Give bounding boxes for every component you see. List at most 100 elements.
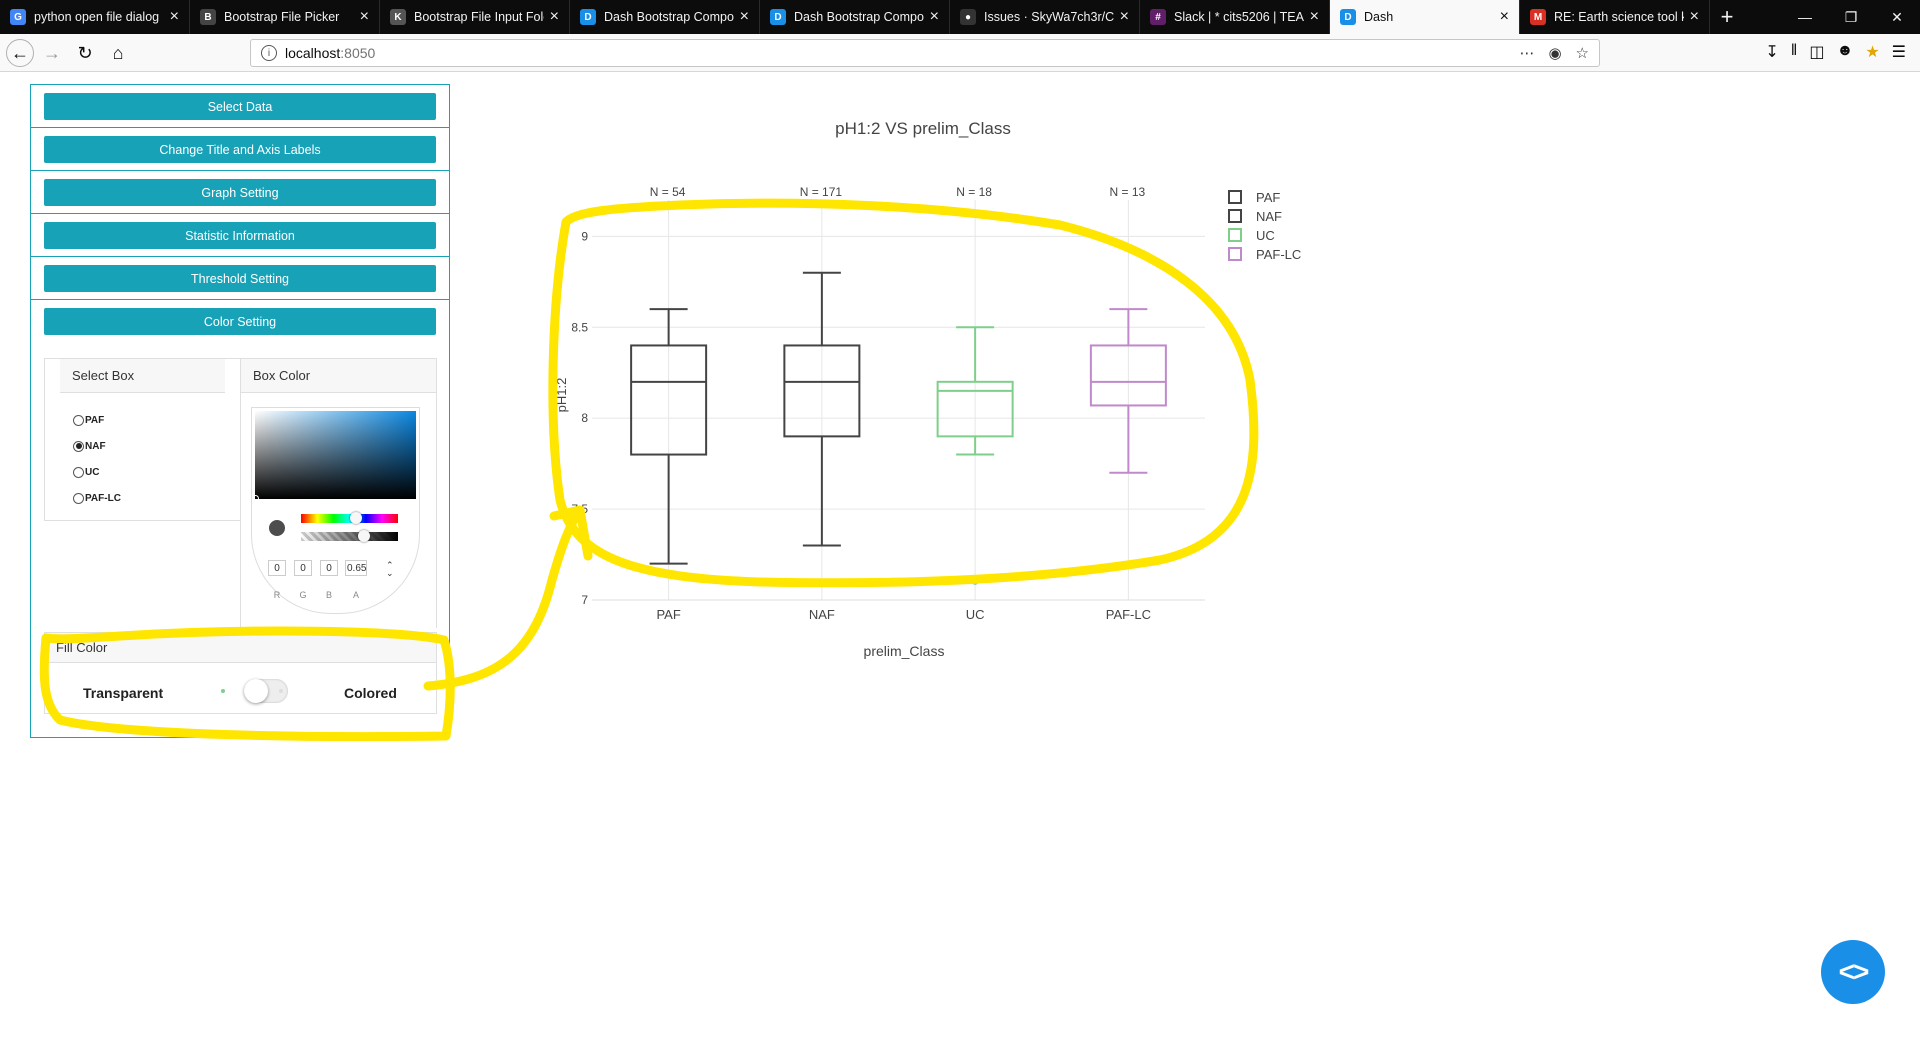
legend-label: UC <box>1256 228 1275 243</box>
menu-icon[interactable]: ☰ <box>1892 42 1906 62</box>
library-icon[interactable]: ‖ <box>1791 42 1798 62</box>
select-box-radio-group: PAF NAF UC PAF-LC <box>73 407 121 511</box>
extension-icon[interactable]: ★ <box>1865 42 1879 62</box>
n-count-label: N = 171 <box>800 185 843 199</box>
tab-favicon-icon: ● <box>960 9 976 25</box>
browser-tab-7[interactable]: D Dash × <box>1330 0 1520 34</box>
y-tick-label: 8.5 <box>571 320 588 334</box>
green-input[interactable]: 0 <box>294 560 312 576</box>
radio-option-uc[interactable]: UC <box>73 459 121 485</box>
blue-input[interactable]: 0 <box>320 560 338 576</box>
browser-tab-3[interactable]: D Dash Bootstrap Compon × <box>570 0 760 34</box>
dash-devtools-button[interactable]: <> <box>1821 940 1885 1004</box>
forward-arrow-icon[interactable]: → <box>40 41 64 65</box>
legend-label: PAF <box>1256 190 1280 205</box>
radio-button[interactable] <box>73 440 84 452</box>
browser-nav-bar: ← → ↻ ⌂ i localhost:8050 ⋯ ◉ ☆ ↧ ‖ ◫ ☻ ★… <box>0 34 1920 72</box>
minimize-icon[interactable]: — <box>1782 0 1828 34</box>
radio-option-naf[interactable]: NAF <box>73 433 121 459</box>
hue-slider-knob[interactable] <box>350 512 363 524</box>
tab-favicon-icon: D <box>770 9 786 25</box>
color-setting-button[interactable]: Color Setting <box>44 308 436 335</box>
account-icon[interactable]: ☻ <box>1836 42 1853 62</box>
tab-favicon-icon: D <box>580 9 596 25</box>
tab-close-icon[interactable]: × <box>1500 8 1509 26</box>
fill-color-title: Fill Color <box>45 633 436 663</box>
tab-close-icon[interactable]: × <box>1120 8 1129 26</box>
toolbar-icons: ↧ ‖ ◫ ☻ ★ ☰ <box>1765 42 1920 62</box>
download-icon[interactable]: ↧ <box>1765 42 1778 62</box>
tab-favicon-icon: M <box>1530 9 1546 25</box>
tab-close-icon[interactable]: × <box>1690 8 1699 26</box>
info-icon[interactable]: i <box>261 45 277 61</box>
tab-title: Bootstrap File Picker <box>224 10 340 24</box>
radio-button[interactable] <box>73 466 84 478</box>
alpha-slider-knob[interactable] <box>358 530 371 542</box>
accordion-color-setting: Color Setting <box>31 300 449 343</box>
annotation-circle-chart <box>548 198 1259 588</box>
restore-icon[interactable]: ❐ <box>1828 0 1874 34</box>
graph-setting-button[interactable]: Graph Setting <box>44 179 436 206</box>
n-count-label: N = 18 <box>956 185 992 199</box>
page-actions-icon[interactable]: ⋯ <box>1519 44 1534 62</box>
new-tab-button[interactable]: + <box>1710 0 1744 34</box>
hue-slider[interactable] <box>301 512 398 524</box>
tab-title: Slack | * cits5206 | TEAM <box>1174 10 1304 24</box>
radio-option-paf[interactable]: PAF <box>73 407 121 433</box>
fill-color-card: Fill Color Transparent Colored <box>44 632 437 714</box>
url-host: localhost <box>285 45 341 61</box>
home-icon[interactable]: ⌂ <box>106 41 130 65</box>
tab-close-icon[interactable]: × <box>1310 8 1319 26</box>
tab-close-icon[interactable]: × <box>360 8 369 26</box>
pocket-icon[interactable]: ◉ <box>1548 44 1561 62</box>
alpha-slider[interactable] <box>301 530 398 542</box>
select-box-card: Select Box PAF NAF UC PAF-LC <box>44 358 241 521</box>
alpha-input[interactable]: 0.65 <box>345 560 367 576</box>
close-window-icon[interactable]: ✕ <box>1874 0 1920 34</box>
browser-tab-4[interactable]: D Dash Bootstrap Compon × <box>760 0 950 34</box>
tab-close-icon[interactable]: × <box>550 8 559 26</box>
url-bar[interactable]: i localhost:8050 ⋯ ◉ ☆ <box>250 39 1600 67</box>
select-data-button[interactable]: Select Data <box>44 93 436 120</box>
browser-tab-1[interactable]: B Bootstrap File Picker × <box>190 0 380 34</box>
annotation-arrow-head <box>549 505 593 561</box>
blue-label: B <box>325 590 332 600</box>
back-arrow-icon[interactable]: ← <box>6 39 34 67</box>
radio-option-paf-lc[interactable]: PAF-LC <box>73 485 121 511</box>
tab-close-icon[interactable]: × <box>170 8 179 26</box>
color-picker[interactable]: 0 0 0 0.65 R G B A ⌃ ⌄ <box>251 407 420 614</box>
radio-button[interactable] <box>73 492 84 504</box>
alpha-label: A <box>352 590 359 600</box>
tab-close-icon[interactable]: × <box>930 8 939 26</box>
browser-tab-6[interactable]: # Slack | * cits5206 | TEAM × <box>1140 0 1330 34</box>
fill-transparent-label: Transparent <box>83 685 164 701</box>
browser-tab-2[interactable]: K Bootstrap File Input Fold × <box>380 0 570 34</box>
box-iqr <box>630 344 708 456</box>
tab-title: python open file dialog <box>34 10 160 24</box>
statistic-information-button[interactable]: Statistic Information <box>44 222 436 249</box>
sv-cursor[interactable] <box>252 495 259 502</box>
box-iqr <box>1089 344 1167 407</box>
reload-icon[interactable]: ↻ <box>73 41 97 65</box>
box-iqr <box>783 344 861 438</box>
tab-favicon-icon: K <box>390 9 406 25</box>
toggle-thumb[interactable] <box>244 679 268 703</box>
format-toggle-icon[interactable]: ⌃ ⌄ <box>386 561 394 578</box>
y-tick-label: 9 <box>581 229 588 243</box>
y-tick-label: 7 <box>581 593 588 607</box>
saturation-value-area[interactable] <box>252 411 416 502</box>
red-input[interactable]: 0 <box>268 560 286 576</box>
browser-tab-8[interactable]: M RE: Earth science tool kit × <box>1520 0 1710 34</box>
toggle-off-dot <box>221 689 225 693</box>
radio-label: NAF <box>85 440 106 452</box>
browser-tab-5[interactable]: ● Issues · SkyWa7ch3r/CIT × <box>950 0 1140 34</box>
x-axis-title: prelim_Class <box>864 643 945 659</box>
change-title-button[interactable]: Change Title and Axis Labels <box>44 136 436 163</box>
threshold-setting-button[interactable]: Threshold Setting <box>44 265 436 292</box>
x-tick-label: UC <box>966 607 985 622</box>
bookmark-star-icon[interactable]: ☆ <box>1576 44 1589 62</box>
radio-button[interactable] <box>73 414 84 426</box>
browser-tab-0[interactable]: Gpython open file dialog × <box>0 0 190 34</box>
sidebar-icon[interactable]: ◫ <box>1809 42 1824 62</box>
tab-close-icon[interactable]: × <box>740 8 749 26</box>
